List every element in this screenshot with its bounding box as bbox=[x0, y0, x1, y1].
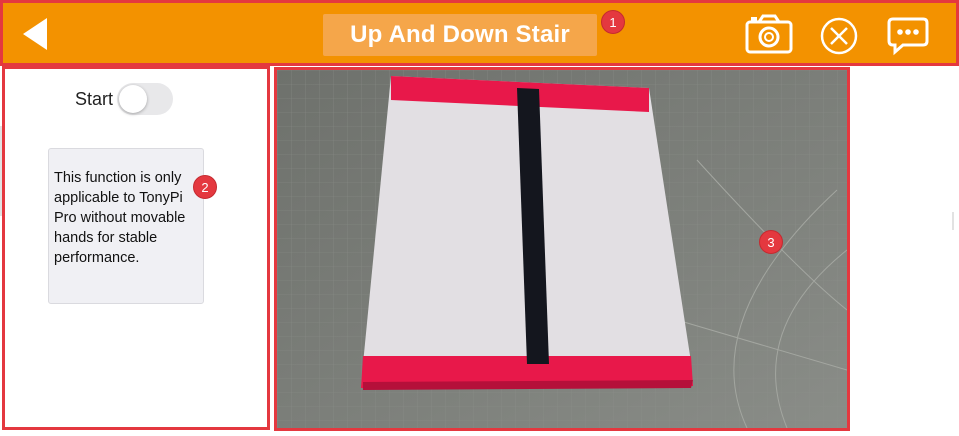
back-arrow-icon[interactable] bbox=[21, 18, 51, 50]
info-box: This function is only applicable to Tony… bbox=[48, 148, 204, 304]
camera-icon[interactable] bbox=[744, 13, 794, 60]
chat-bubble-icon[interactable] bbox=[887, 15, 929, 62]
annotation-badge-2: 2 bbox=[193, 175, 217, 199]
close-circle-icon[interactable] bbox=[818, 15, 860, 62]
start-toggle[interactable] bbox=[117, 83, 174, 115]
top-bar: Up And Down Stair 1 bbox=[0, 0, 959, 66]
start-toggle-row: Start bbox=[75, 83, 174, 115]
info-text: This function is only applicable to Tony… bbox=[54, 170, 186, 266]
control-panel: Start This function is only applicable t… bbox=[2, 66, 270, 430]
page-title: Up And Down Stair bbox=[350, 21, 570, 48]
background-edge bbox=[952, 212, 954, 230]
camera-feed: 3 bbox=[274, 67, 850, 431]
start-label: Start bbox=[75, 88, 114, 109]
background-edge bbox=[0, 126, 2, 216]
annotation-badge-3: 3 bbox=[759, 230, 783, 254]
annotation-badge-1: 1 bbox=[601, 10, 625, 34]
page-title-box: Up And Down Stair bbox=[323, 14, 597, 56]
toggle-knob bbox=[119, 85, 148, 113]
